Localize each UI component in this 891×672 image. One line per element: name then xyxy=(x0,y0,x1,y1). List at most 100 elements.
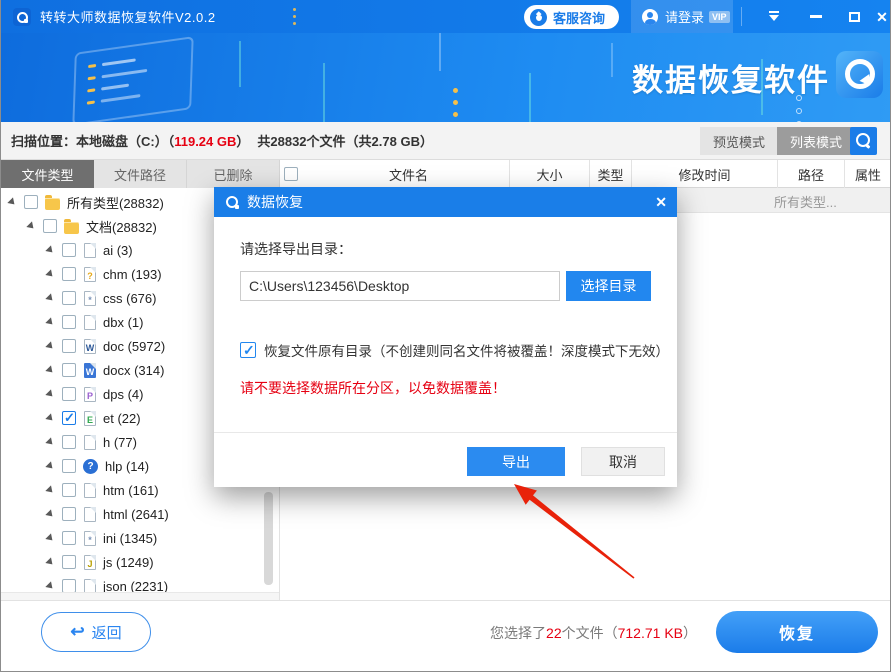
tree-item-checkbox[interactable] xyxy=(62,411,76,425)
tree-item-checkbox[interactable] xyxy=(62,507,76,521)
js-icon: J xyxy=(84,555,96,570)
tree-item-checkbox[interactable] xyxy=(62,363,76,377)
restore-dir-label: 恢复文件原有目录（不创建则同名文件将被覆盖！深度模式下无效） xyxy=(264,340,669,360)
table-column-header[interactable]: 大小 xyxy=(510,160,590,188)
cancel-button[interactable]: 取消 xyxy=(581,447,665,476)
footer-bar: ↩ 返回 您选择了22个文件（712.71 KB） 恢复 xyxy=(1,600,890,672)
tree-item-checkbox[interactable] xyxy=(62,435,76,449)
expander-icon[interactable] xyxy=(47,270,55,278)
customer-service-button[interactable]: 客服咨询 xyxy=(524,5,619,29)
scan-location-text: 扫描位置：本地磁盘（C:）（119.24 GB）共28832个文件（共2.78 … xyxy=(11,131,433,150)
header-banner: 数据恢复软件 xyxy=(1,33,890,122)
tree-item-checkbox[interactable] xyxy=(62,555,76,569)
tree-item-label: dps (4) xyxy=(103,387,143,402)
expander-icon[interactable] xyxy=(47,390,55,398)
doc-icon: W xyxy=(84,339,96,354)
tree-item-checkbox[interactable] xyxy=(62,531,76,545)
tab-bar: 文件类型文件路径已删除 xyxy=(1,160,280,188)
table-column-header[interactable]: 路径 xyxy=(778,160,845,188)
tree-item-label: dbx (1) xyxy=(103,315,143,330)
app-window: 转转大师数据恢复软件V2.0.2 客服咨询 请登录 VIP ✕ 数据恢复软件 扫… xyxy=(0,0,891,672)
expander-icon[interactable] xyxy=(47,414,55,422)
expander-icon[interactable] xyxy=(47,318,55,326)
tree-item-checkbox[interactable] xyxy=(62,459,76,473)
brand-logo-icon xyxy=(836,51,883,98)
scan-info-bar: 扫描位置：本地磁盘（C:）（119.24 GB）共28832个文件（共2.78 … xyxy=(1,122,890,160)
expander-icon[interactable] xyxy=(47,366,55,374)
restore-dir-checkbox[interactable] xyxy=(240,342,256,358)
tree-item-checkbox[interactable] xyxy=(62,483,76,497)
select-all-cell xyxy=(280,160,308,188)
dialog-titlebar: 数据恢复 ✕ xyxy=(214,187,677,217)
expander-icon[interactable] xyxy=(47,294,55,302)
minimize-to-tray-button[interactable] xyxy=(757,0,791,33)
tree-item-label: 文档(28832) xyxy=(86,217,157,236)
folder-icon xyxy=(45,198,60,210)
tree-item-checkbox[interactable] xyxy=(62,291,76,305)
expander-icon[interactable] xyxy=(47,582,55,590)
selected-size: 712.71 KB xyxy=(618,625,683,641)
search-button[interactable] xyxy=(850,127,877,155)
expander-icon[interactable] xyxy=(47,486,55,494)
dialog-title: 数据恢复 xyxy=(247,192,303,212)
file-icon xyxy=(84,315,96,330)
tree-item-checkbox[interactable] xyxy=(62,387,76,401)
tree-item-checkbox[interactable] xyxy=(62,243,76,257)
tree-scrollbar-thumb[interactable] xyxy=(264,492,273,585)
tree-item-checkbox[interactable] xyxy=(24,195,38,209)
back-label: 返回 xyxy=(92,622,122,643)
tab-1[interactable]: 文件类型 xyxy=(1,160,94,188)
expander-icon[interactable] xyxy=(47,462,55,470)
dps-icon: P xyxy=(84,387,96,402)
expander-icon[interactable] xyxy=(47,558,55,566)
back-button[interactable]: ↩ 返回 xyxy=(41,612,151,652)
tree-item[interactable]: html (2641) xyxy=(1,502,279,526)
export-path-input[interactable] xyxy=(240,271,560,301)
restore-dir-option: 恢复文件原有目录（不创建则同名文件将被覆盖！深度模式下无效） xyxy=(240,340,669,360)
expander-icon[interactable] xyxy=(47,246,55,254)
minimize-button[interactable] xyxy=(799,0,833,33)
folder-icon xyxy=(64,222,79,234)
preview-mode-button[interactable]: 预览模式 xyxy=(700,127,778,155)
tree-item[interactable]: J js (1249) xyxy=(1,550,279,574)
service-drop-icon xyxy=(530,9,547,26)
close-button[interactable]: ✕ xyxy=(865,0,891,33)
table-column-header[interactable]: 类型 xyxy=(590,160,632,188)
expander-icon[interactable] xyxy=(9,198,17,206)
expander-icon[interactable] xyxy=(47,342,55,350)
tree-horizontal-scrollbar[interactable] xyxy=(1,592,279,600)
tree-item-label: html (2641) xyxy=(103,507,169,522)
table-column-header[interactable]: 属性 xyxy=(845,160,891,188)
file-icon xyxy=(84,483,96,498)
list-mode-button[interactable]: 列表模式 xyxy=(777,127,855,155)
tab-3[interactable]: 已删除 xyxy=(187,160,280,188)
file-icon xyxy=(84,435,96,450)
gear-icon: * xyxy=(84,291,96,306)
docx-icon: W xyxy=(84,363,96,378)
tree-item-checkbox[interactable] xyxy=(62,339,76,353)
tree-item-checkbox[interactable] xyxy=(62,315,76,329)
expander-icon[interactable] xyxy=(47,438,55,446)
login-button[interactable]: 请登录 VIP xyxy=(631,0,733,33)
tree-item-checkbox[interactable] xyxy=(43,219,57,233)
table-column-header[interactable]: 修改时间 xyxy=(632,160,778,188)
select-all-checkbox[interactable] xyxy=(284,167,298,181)
expander-icon[interactable] xyxy=(28,222,36,230)
tree-item-label: htm (161) xyxy=(103,483,159,498)
tab-2[interactable]: 文件路径 xyxy=(94,160,187,188)
choose-directory-button[interactable]: 选择目录 xyxy=(566,271,651,301)
dialog-logo-icon xyxy=(224,194,240,210)
tree-item-label: ini (1345) xyxy=(103,531,157,546)
chm-icon: ? xyxy=(84,267,96,282)
tree-item-checkbox[interactable] xyxy=(62,579,76,593)
titlebar-dots-decoration xyxy=(293,8,297,29)
tree-item-label: 所有类型(28832) xyxy=(67,193,164,212)
tree-item[interactable]: * ini (1345) xyxy=(1,526,279,550)
dialog-close-icon[interactable]: ✕ xyxy=(655,194,667,211)
expander-icon[interactable] xyxy=(47,534,55,542)
export-button[interactable]: 导出 xyxy=(467,447,565,476)
tree-item-checkbox[interactable] xyxy=(62,267,76,281)
recover-button[interactable]: 恢复 xyxy=(716,611,878,653)
table-column-header[interactable]: 文件名 xyxy=(308,160,510,188)
expander-icon[interactable] xyxy=(47,510,55,518)
